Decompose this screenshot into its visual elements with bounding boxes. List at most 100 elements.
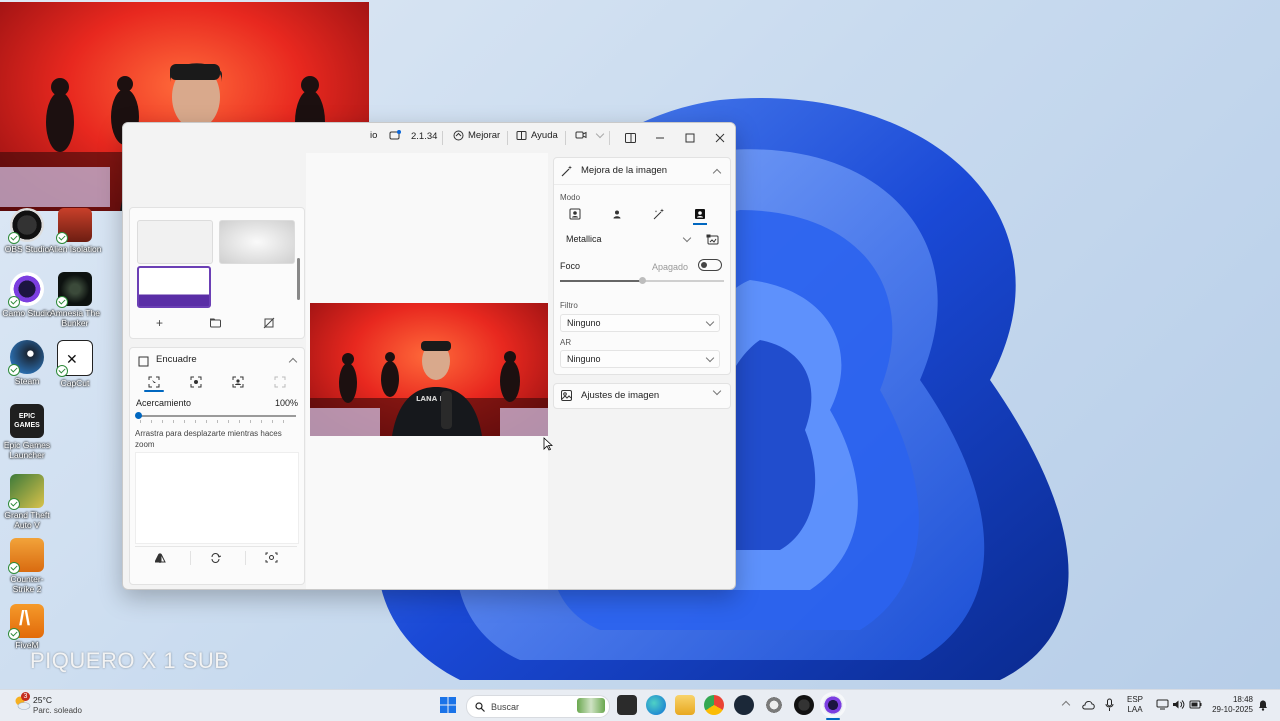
- edge-icon[interactable]: [646, 695, 666, 715]
- title-bar: io 2.1.34 Mejorar Ayuda: [123, 123, 735, 153]
- task-view-icon[interactable]: [617, 695, 637, 715]
- close-icon: [715, 133, 725, 143]
- chevron-down-icon: [705, 353, 715, 362]
- battery-icon[interactable]: [1189, 699, 1202, 710]
- focus-slider-thumb[interactable]: [639, 277, 646, 284]
- enhance-icon: [453, 130, 464, 141]
- settings-gear-icon[interactable]: [764, 695, 784, 715]
- steam-taskbar-icon[interactable]: [734, 695, 754, 715]
- background-thumbnail-selected[interactable]: [137, 266, 211, 308]
- search-box[interactable]: Buscar: [466, 695, 610, 718]
- framing-mode-tabs: [138, 372, 296, 392]
- mode-portrait-icon[interactable]: [569, 208, 581, 220]
- pan-area[interactable]: [135, 452, 299, 544]
- alien-isolation-icon: [56, 208, 92, 244]
- language-indicator[interactable]: ESP LAA: [1127, 695, 1143, 715]
- camera-preview: LANA RH: [310, 303, 548, 436]
- layout-toggle-button[interactable]: [621, 129, 639, 147]
- flip-icon[interactable]: [155, 553, 166, 563]
- desktop-icon-steam[interactable]: Steam: [0, 340, 54, 386]
- desktop-icon-capcut[interactable]: ✕ CapCut: [48, 340, 102, 388]
- enhance-button[interactable]: Mejorar: [453, 130, 500, 141]
- desktop-icon-obs-studio[interactable]: OBS Studio: [0, 208, 54, 254]
- active-tab-indicator: [144, 390, 164, 392]
- framing-icon: [138, 354, 149, 372]
- zoom-value: 100%: [274, 398, 298, 408]
- rotate-icon[interactable]: [210, 553, 221, 563]
- image-settings-icon: [561, 390, 572, 401]
- desktop-icon-epic-games-launcher[interactable]: EPIC GAMES Epic Games Launcher: [0, 404, 54, 460]
- desktop-icon-grand-theft-auto-v[interactable]: Grand Theft Auto V: [0, 474, 54, 530]
- close-button[interactable]: [711, 129, 729, 147]
- chrome-icon[interactable]: [704, 695, 724, 715]
- obs-taskbar-icon[interactable]: [794, 695, 814, 715]
- title-separator: [565, 131, 566, 145]
- stream-overlay-text: PIQUERO X 1 SUB: [30, 648, 230, 673]
- ar-dropdown[interactable]: Ninguno: [560, 350, 720, 368]
- minimize-icon: [656, 137, 664, 139]
- zoom-slider-track[interactable]: [138, 415, 296, 417]
- mode-studio-icon[interactable]: [694, 208, 706, 220]
- filter-dropdown[interactable]: Ninguno: [560, 314, 720, 332]
- counter-strike-icon: [8, 538, 44, 574]
- network-icon[interactable]: [1156, 699, 1169, 710]
- epic-games-icon: EPIC GAMES: [10, 404, 44, 438]
- add-icon[interactable]: +: [156, 316, 163, 330]
- zoom-slider-thumb[interactable]: [135, 412, 142, 419]
- mode-magic-icon[interactable]: [653, 208, 665, 220]
- filter-label: Filtro: [560, 301, 578, 310]
- notification-bell-icon[interactable]: [1257, 699, 1269, 711]
- desktop-icon-fivem[interactable]: /\ FiveM: [0, 604, 54, 650]
- weather-badge: 3: [21, 692, 30, 701]
- show-hidden-icons-icon[interactable]: [1061, 700, 1071, 710]
- search-highlight-icon: [577, 698, 605, 713]
- feedback-button[interactable]: 2.1.34: [389, 130, 437, 142]
- image-source-icon[interactable]: [706, 234, 719, 245]
- camera-dropdown[interactable]: [575, 129, 605, 140]
- onedrive-icon[interactable]: [1082, 699, 1095, 711]
- taskbar: 3 25°C Parc. soleado Buscar ESP LAA 18:4…: [0, 689, 1280, 721]
- background-card: +: [129, 207, 305, 339]
- folder-icon[interactable]: [210, 318, 221, 328]
- focus-toggle-knob: [701, 262, 707, 268]
- focus-state: Apagado: [652, 262, 689, 272]
- custom-frame-icon[interactable]: [274, 376, 286, 388]
- clock[interactable]: 18:48 29-10-2025: [1207, 695, 1253, 715]
- pan-hint: Arrastra para desplazarte mientras haces…: [135, 429, 282, 449]
- background-thumbnail[interactable]: [219, 220, 295, 264]
- auto-frame-icon[interactable]: [148, 376, 160, 388]
- desktop-icon-counter-strike-2[interactable]: Counter-Strike 2: [0, 538, 54, 594]
- help-button[interactable]: Ayuda: [516, 130, 558, 141]
- face-frame-icon[interactable]: [190, 376, 202, 388]
- chat-icon: [389, 130, 401, 140]
- expand-image-settings-icon: [712, 386, 722, 396]
- desktop-icon-alien-isolation[interactable]: Alien Isolation: [48, 208, 102, 254]
- volume-icon[interactable]: [1172, 699, 1185, 710]
- collapse-enhancement-icon[interactable]: [712, 168, 722, 178]
- snapshot-icon[interactable]: [265, 552, 278, 563]
- book-icon: [516, 131, 527, 140]
- mode-person-icon[interactable]: [611, 208, 623, 220]
- divider: [554, 184, 730, 185]
- start-icon[interactable]: [440, 697, 456, 713]
- background-thumbnail[interactable]: [137, 220, 213, 264]
- camo-taskbar-icon[interactable]: [823, 695, 843, 715]
- maximize-button[interactable]: [681, 129, 699, 147]
- microphone-icon[interactable]: [1105, 698, 1114, 712]
- weather-description: Parc. soleado: [33, 706, 82, 715]
- gta-v-icon: [8, 474, 44, 510]
- weather-widget[interactable]: 3: [12, 692, 32, 713]
- focus-toggle[interactable]: [698, 259, 722, 271]
- hide-background-icon[interactable]: [263, 317, 275, 329]
- desktop-icon-camo-studio[interactable]: Camo Studio: [0, 272, 54, 318]
- image-settings-title: Ajustes de imagen: [581, 390, 660, 401]
- focus-label: Foco: [560, 261, 581, 271]
- body-frame-icon[interactable]: [232, 376, 244, 388]
- desktop-icon-amnesia-the-bunker[interactable]: Amnesia The Bunker: [48, 272, 102, 328]
- image-settings-card[interactable]: Ajustes de imagen: [553, 383, 731, 409]
- file-explorer-icon[interactable]: [675, 695, 695, 715]
- collapse-framing-icon[interactable]: [288, 357, 298, 367]
- preset-dropdown[interactable]: Metallica: [560, 230, 696, 248]
- minimize-button[interactable]: [651, 129, 669, 147]
- scrollbar[interactable]: [297, 258, 300, 300]
